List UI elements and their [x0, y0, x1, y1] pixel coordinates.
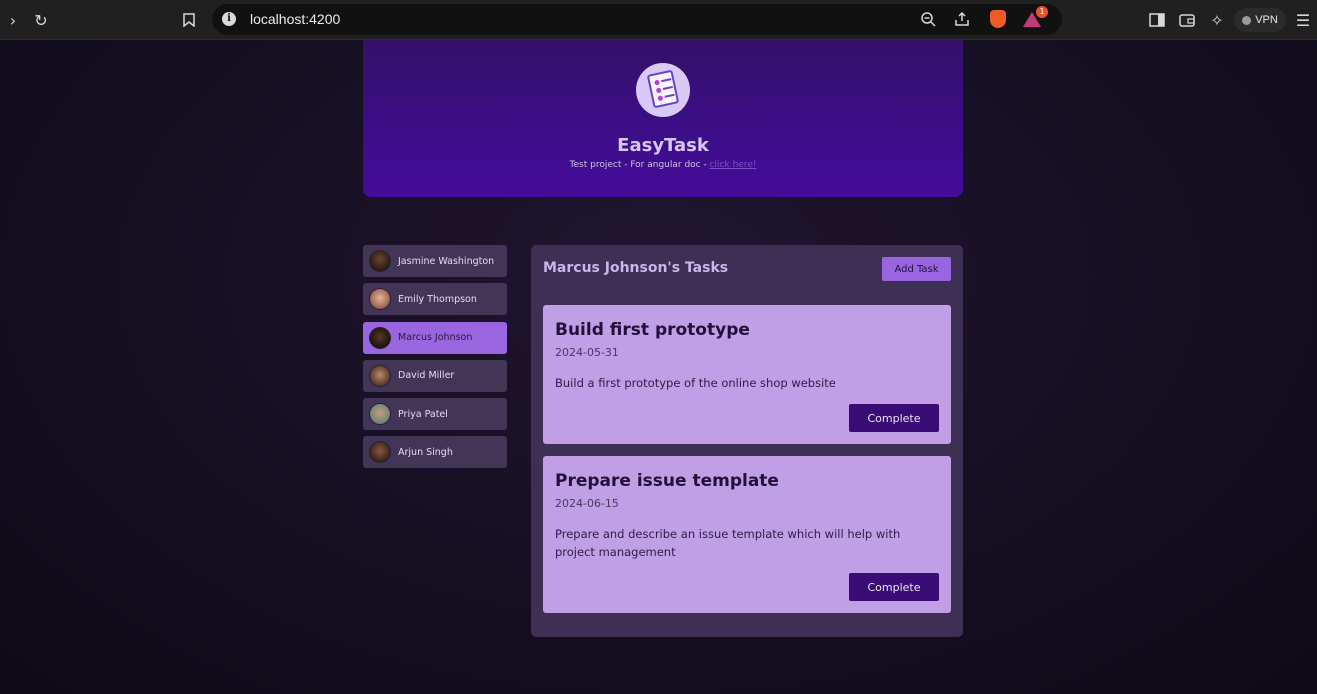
address-bar[interactable]: i localhost:4200 1 — [212, 4, 1062, 35]
site-info-icon[interactable]: i — [222, 12, 236, 26]
leo-ai-icon[interactable]: ✧ — [1206, 9, 1228, 31]
user-name: Emily Thompson — [398, 293, 477, 305]
forward-icon[interactable]: › — [2, 9, 24, 31]
vpn-label: VPN — [1255, 14, 1278, 26]
notification-badge: 1 — [1036, 6, 1048, 18]
app-header: EasyTask Test project - For angular doc … — [363, 40, 963, 197]
avatar — [369, 326, 391, 349]
user-item-priya-patel[interactable]: Priya Patel — [363, 398, 507, 431]
share-icon[interactable] — [952, 9, 972, 29]
avatar — [369, 441, 391, 464]
task-title: Build first prototype — [555, 320, 750, 340]
brave-shields-icon[interactable] — [988, 9, 1008, 29]
tasks-panel: Marcus Johnson's Tasks Add Task Build fi… — [531, 245, 963, 637]
bookmark-icon[interactable] — [178, 9, 200, 31]
wallet-icon[interactable] — [1176, 9, 1198, 31]
brave-rewards-icon[interactable]: 1 — [1022, 6, 1048, 29]
user-name: David Miller — [398, 370, 455, 382]
add-task-button[interactable]: Add Task — [882, 257, 951, 281]
browser-toolbar: › ↻ i localhost:4200 1 ✧ VPN ☰ — [0, 0, 1317, 40]
zoom-icon[interactable] — [918, 9, 938, 29]
task-card: Prepare issue template 2024-06-15 Prepar… — [543, 456, 951, 613]
avatar — [369, 250, 391, 272]
complete-button[interactable]: Complete — [849, 404, 939, 432]
task-date: 2024-06-15 — [555, 497, 619, 510]
avatar — [369, 288, 391, 311]
user-item-jasmine-washington[interactable]: Jasmine Washington — [363, 245, 507, 277]
task-card: Build first prototype 2024-05-31 Build a… — [543, 305, 951, 444]
app-subtitle: Test project - For angular doc - click h… — [363, 160, 963, 170]
app-title: EasyTask — [617, 135, 709, 156]
complete-button[interactable]: Complete — [849, 573, 939, 601]
url-text[interactable]: localhost:4200 — [250, 11, 340, 27]
subtitle-text: Test project - For angular doc - — [569, 160, 710, 170]
docs-link[interactable]: click here! — [710, 160, 757, 170]
task-date: 2024-05-31 — [555, 346, 619, 359]
user-name: Jasmine Washington — [398, 255, 495, 267]
task-description: Build a first prototype of the online sh… — [555, 376, 836, 390]
tasks-title: Marcus Johnson's Tasks — [543, 260, 729, 276]
user-name: Arjun Singh — [398, 446, 453, 458]
task-list-logo-icon — [636, 63, 690, 117]
reload-icon[interactable]: ↻ — [30, 9, 52, 31]
avatar — [369, 403, 391, 426]
sidebar-toggle-icon[interactable] — [1146, 9, 1168, 31]
menu-icon[interactable]: ☰ — [1292, 9, 1314, 31]
user-name: Marcus Johnson — [398, 332, 473, 344]
user-name: Priya Patel — [398, 408, 448, 420]
vpn-status-icon — [1242, 15, 1252, 25]
avatar — [369, 364, 391, 387]
task-title: Prepare issue template — [555, 471, 779, 491]
user-item-arjun-singh[interactable]: Arjun Singh — [363, 436, 507, 469]
vpn-button[interactable]: VPN — [1234, 8, 1286, 32]
task-description: Prepare and describe an issue template w… — [555, 527, 901, 559]
user-item-emily-thompson[interactable]: Emily Thompson — [363, 283, 507, 316]
user-item-marcus-johnson[interactable]: Marcus Johnson — [363, 321, 507, 354]
users-list: Jasmine Washington Emily Thompson Marcus… — [363, 245, 507, 475]
user-item-david-miller[interactable]: David Miller — [363, 359, 507, 392]
